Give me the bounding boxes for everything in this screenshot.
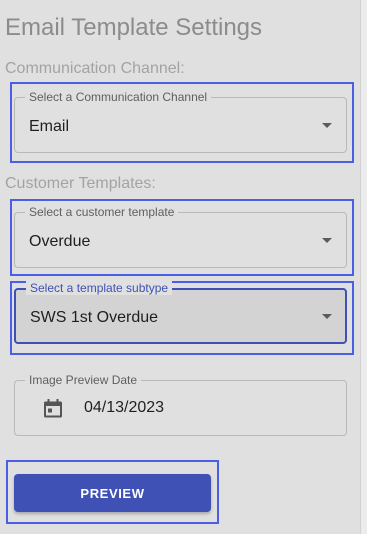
email-template-settings-panel: Email Template Settings Communication Ch… bbox=[0, 0, 360, 534]
dropdown-arrow-icon bbox=[322, 314, 332, 319]
preview-button[interactable]: PREVIEW bbox=[14, 474, 211, 512]
dropdown-arrow-icon bbox=[322, 238, 332, 243]
customer-template-select[interactable]: Select a customer template Overdue bbox=[14, 205, 347, 268]
template-subtype-value: SWS 1st Overdue bbox=[30, 309, 159, 326]
image-preview-date-value[interactable]: 04/13/2023 bbox=[84, 399, 164, 417]
customer-templates-section-label: Customer Templates: bbox=[5, 175, 156, 192]
communication-channel-value: Email bbox=[29, 118, 70, 135]
image-preview-date-label: Image Preview Date bbox=[25, 373, 142, 387]
communication-channel-section-label: Communication Channel: bbox=[5, 60, 185, 77]
communication-channel-select[interactable]: Select a Communication Channel Email bbox=[14, 90, 347, 153]
template-subtype-select[interactable]: Select a template subtype SWS 1st Overdu… bbox=[14, 281, 347, 344]
customer-template-value: Overdue bbox=[29, 233, 91, 250]
page-title: Email Template Settings bbox=[5, 14, 263, 41]
scrollbar[interactable] bbox=[360, 0, 367, 534]
customer-template-select-label: Select a customer template bbox=[25, 205, 179, 219]
template-subtype-select-label: Select a template subtype bbox=[26, 281, 173, 295]
image-preview-date-field[interactable]: Image Preview Date 04/13/2023 bbox=[14, 373, 347, 436]
dropdown-arrow-icon bbox=[322, 123, 332, 128]
communication-channel-select-label: Select a Communication Channel bbox=[25, 90, 212, 104]
calendar-icon[interactable] bbox=[44, 399, 62, 418]
